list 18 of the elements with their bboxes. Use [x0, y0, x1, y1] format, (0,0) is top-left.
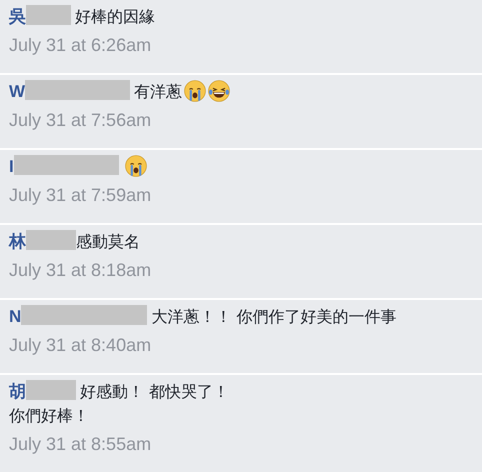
- author-link[interactable]: N: [9, 307, 22, 326]
- redaction-block: [26, 230, 76, 250]
- redaction-block: [26, 5, 71, 25]
- comment-text: 大洋蔥！！ 你們作了好美的一件事: [151, 307, 396, 326]
- author-link[interactable]: W: [9, 82, 26, 101]
- redaction-block: [26, 380, 76, 400]
- comment-text: 好感動！ 都快哭了！: [80, 382, 230, 401]
- comment-text: 有洋蔥: [134, 82, 182, 101]
- comment-text: 感動莫名: [76, 232, 140, 251]
- crying-face-icon: [124, 155, 147, 177]
- comment-text: 你們好棒！: [9, 405, 89, 427]
- laughing-face-icon: [208, 80, 230, 102]
- author-link[interactable]: 胡: [9, 382, 26, 401]
- author-link[interactable]: I: [9, 157, 14, 176]
- author-link[interactable]: 林: [9, 232, 26, 251]
- author-link[interactable]: 吳: [9, 7, 26, 26]
- comment-text: 好棒的因緣: [75, 7, 155, 26]
- crying-face-icon: [184, 80, 206, 102]
